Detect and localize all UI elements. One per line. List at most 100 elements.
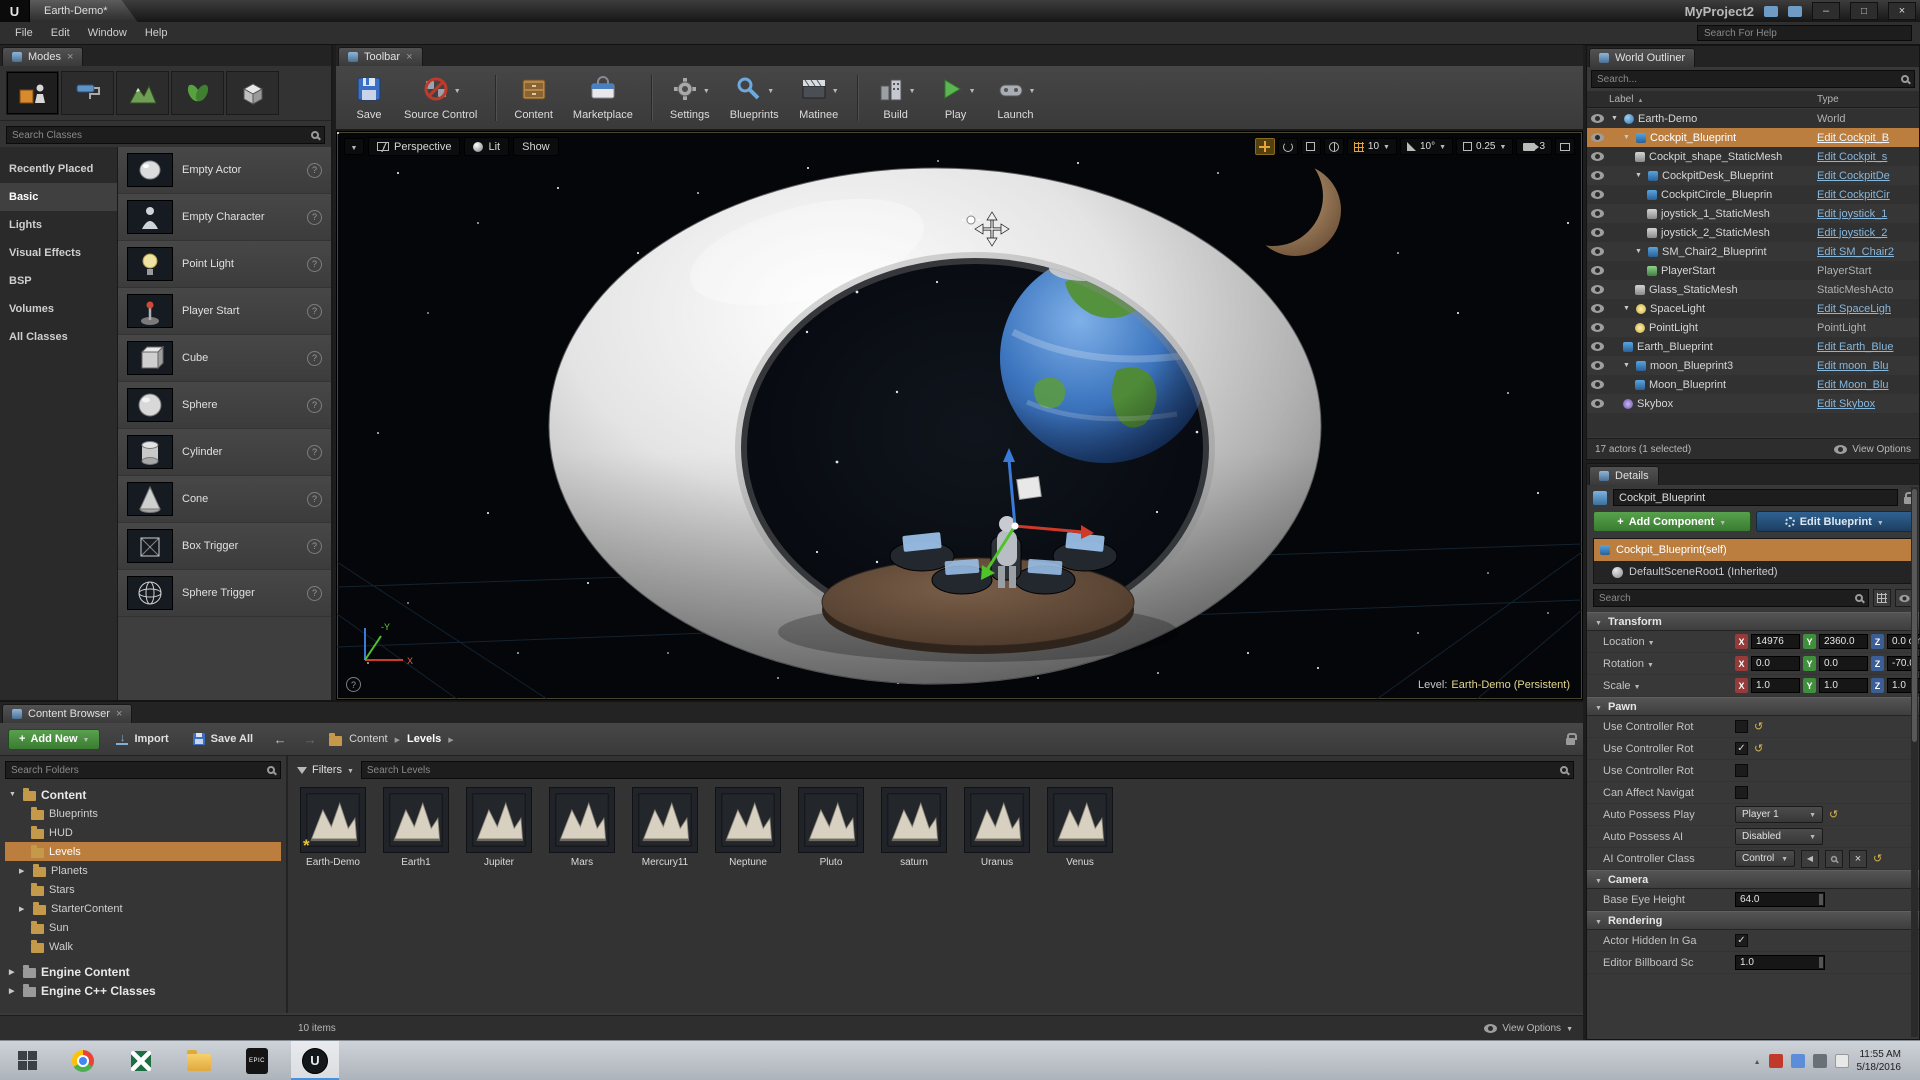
property-matrix-button[interactable]: [1873, 589, 1891, 607]
outliner-search-input[interactable]: [1597, 73, 1897, 85]
world-outliner-tab[interactable]: World Outliner: [1589, 48, 1696, 67]
use-selected-icon[interactable]: [1801, 849, 1819, 868]
folder-walk[interactable]: Walk: [5, 937, 281, 956]
toolbar-tab[interactable]: Toolbar: [338, 47, 423, 66]
expander-icon[interactable]: [1635, 248, 1644, 255]
menu-help[interactable]: Help: [136, 24, 177, 42]
start-button[interactable]: [0, 1041, 54, 1080]
maximize-button[interactable]: [1850, 2, 1878, 20]
expander-icon[interactable]: [1635, 172, 1644, 179]
section-transform[interactable]: Transform: [1587, 612, 1919, 631]
outliner-row[interactable]: PointLight PointLight: [1587, 318, 1919, 337]
component-row[interactable]: Cockpit_Blueprint(self): [1594, 539, 1912, 561]
show-menu-button[interactable]: Show: [513, 137, 559, 156]
category-recently-placed[interactable]: Recently Placed: [0, 155, 117, 183]
visibility-eye-icon[interactable]: [1590, 190, 1604, 199]
geometry-mode-button[interactable]: [226, 71, 279, 115]
reset-to-default-icon[interactable]: [1873, 852, 1882, 865]
outliner-row[interactable]: Earth_Blueprint Edit Earth_Blue: [1587, 337, 1919, 356]
outliner-row[interactable]: CockpitDesk_BlueprintEdit CockpitDe: [1587, 166, 1919, 185]
category-all-classes[interactable]: All Classes: [0, 323, 117, 351]
category-basic[interactable]: Basic: [0, 183, 117, 211]
folder-stars[interactable]: Stars: [5, 880, 281, 899]
outliner-row[interactable]: joystick_1_StaticMesh Edit joystick_1: [1587, 204, 1919, 223]
rotation-x-field[interactable]: 0.0: [1751, 656, 1800, 671]
asset-tile[interactable]: Mercury11: [630, 787, 700, 868]
close-tab-icon[interactable]: [406, 51, 412, 63]
save-all-button[interactable]: Save All: [185, 727, 261, 751]
visibility-eye-icon[interactable]: [1590, 304, 1604, 313]
visibility-eye-icon[interactable]: [1590, 247, 1604, 256]
close-tab-icon[interactable]: [116, 708, 122, 720]
reset-to-default-icon[interactable]: [1754, 720, 1763, 733]
tray-icon[interactable]: [1834, 1053, 1849, 1068]
camera-mode-button[interactable]: Perspective: [368, 137, 461, 156]
level-tab[interactable]: Earth-Demo*: [30, 0, 138, 22]
asset-tile[interactable]: Earth1: [381, 787, 451, 868]
asset-tile[interactable]: Venus: [1045, 787, 1115, 868]
reset-to-default-icon[interactable]: [1754, 742, 1763, 755]
expander-icon[interactable]: [9, 987, 18, 995]
filters-button[interactable]: Filters: [297, 764, 354, 776]
folder-levels[interactable]: Levels: [5, 842, 281, 861]
visibility-eye-icon[interactable]: [1590, 361, 1604, 370]
expander-icon[interactable]: [1623, 362, 1632, 369]
section-pawn[interactable]: Pawn: [1587, 697, 1919, 716]
expander-icon[interactable]: [1623, 134, 1632, 141]
back-button[interactable]: [269, 729, 291, 749]
place-item-sphere-trigger[interactable]: Sphere Trigger: [118, 570, 331, 617]
outliner-row[interactable]: CockpitCircle_Blueprin Edit CockpitCir: [1587, 185, 1919, 204]
outliner-row[interactable]: Cockpit_BlueprintEdit Cockpit_B: [1587, 128, 1919, 147]
checkbox[interactable]: [1735, 764, 1748, 777]
expander-icon[interactable]: [19, 867, 28, 875]
folder-blueprints[interactable]: Blueprints: [5, 804, 281, 823]
visibility-eye-icon[interactable]: [1590, 323, 1604, 332]
visibility-eye-icon[interactable]: [1590, 171, 1604, 180]
folder-hud[interactable]: HUD: [5, 823, 281, 842]
close-button[interactable]: [1888, 2, 1916, 20]
epic-launcher-button[interactable]: EPIC: [233, 1041, 281, 1080]
expander-icon[interactable]: [9, 791, 18, 798]
blueprints-button[interactable]: Blueprints: [720, 68, 789, 128]
checkbox[interactable]: [1735, 786, 1748, 799]
auto-possess-player-dropdown[interactable]: Player 1: [1735, 806, 1823, 823]
explorer-taskbar-button[interactable]: [175, 1041, 223, 1080]
asset-tile[interactable]: Pluto: [796, 787, 866, 868]
outliner-row[interactable]: joystick_2_StaticMesh Edit joystick_2: [1587, 223, 1919, 242]
place-item-cone[interactable]: Cone: [118, 476, 331, 523]
save-button[interactable]: Save: [344, 68, 394, 128]
outliner-column-headers[interactable]: Label Type: [1587, 91, 1919, 108]
place-item-box-trigger[interactable]: Box Trigger: [118, 523, 331, 570]
asset-tile[interactable]: Neptune: [713, 787, 783, 868]
visibility-eye-icon[interactable]: [1590, 133, 1604, 142]
visibility-eye-icon[interactable]: [1590, 342, 1604, 351]
outliner-row[interactable]: Earth-DemoWorld: [1587, 109, 1919, 128]
visibility-eye-icon[interactable]: [1590, 114, 1604, 123]
outliner-row[interactable]: SpaceLightEdit SpaceLigh: [1587, 299, 1919, 318]
asset-tile[interactable]: Uranus: [962, 787, 1032, 868]
category-volumes[interactable]: Volumes: [0, 295, 117, 323]
outliner-view-options[interactable]: View Options: [1834, 444, 1911, 455]
marketplace-button[interactable]: Marketplace: [563, 68, 643, 128]
place-item-cube[interactable]: Cube: [118, 335, 331, 382]
outliner-row[interactable]: Moon_Blueprint Edit Moon_Blu: [1587, 375, 1919, 394]
folder-sun[interactable]: Sun: [5, 918, 281, 937]
checkbox[interactable]: [1735, 720, 1748, 733]
breadcrumb-content[interactable]: Content: [349, 733, 388, 745]
landscape-mode-button[interactable]: [116, 71, 169, 115]
chrome-taskbar-button[interactable]: [59, 1041, 107, 1080]
scale-y-field[interactable]: 1.0: [1819, 678, 1868, 693]
grid-snap-control[interactable]: 10: [1346, 138, 1397, 155]
expander-icon[interactable]: [19, 905, 28, 913]
outliner-row[interactable]: Skybox Edit Skybox: [1587, 394, 1919, 413]
scale-snap-control[interactable]: 0.25: [1456, 138, 1514, 155]
help-search-input[interactable]: [1697, 25, 1912, 41]
feedback-bubble-icon[interactable]: [1764, 5, 1778, 17]
search-classes-input[interactable]: [12, 129, 307, 141]
place-item-sphere[interactable]: Sphere: [118, 382, 331, 429]
place-item-empty-actor[interactable]: Empty Actor: [118, 147, 331, 194]
billboard-scale-field[interactable]: 1.0: [1735, 955, 1825, 970]
visibility-eye-icon[interactable]: [1590, 380, 1604, 389]
category-lights[interactable]: Lights: [0, 211, 117, 239]
viewport-3d[interactable]: Perspective Lit Show 10 10° 0.25 3 X -Y …: [336, 131, 1583, 700]
